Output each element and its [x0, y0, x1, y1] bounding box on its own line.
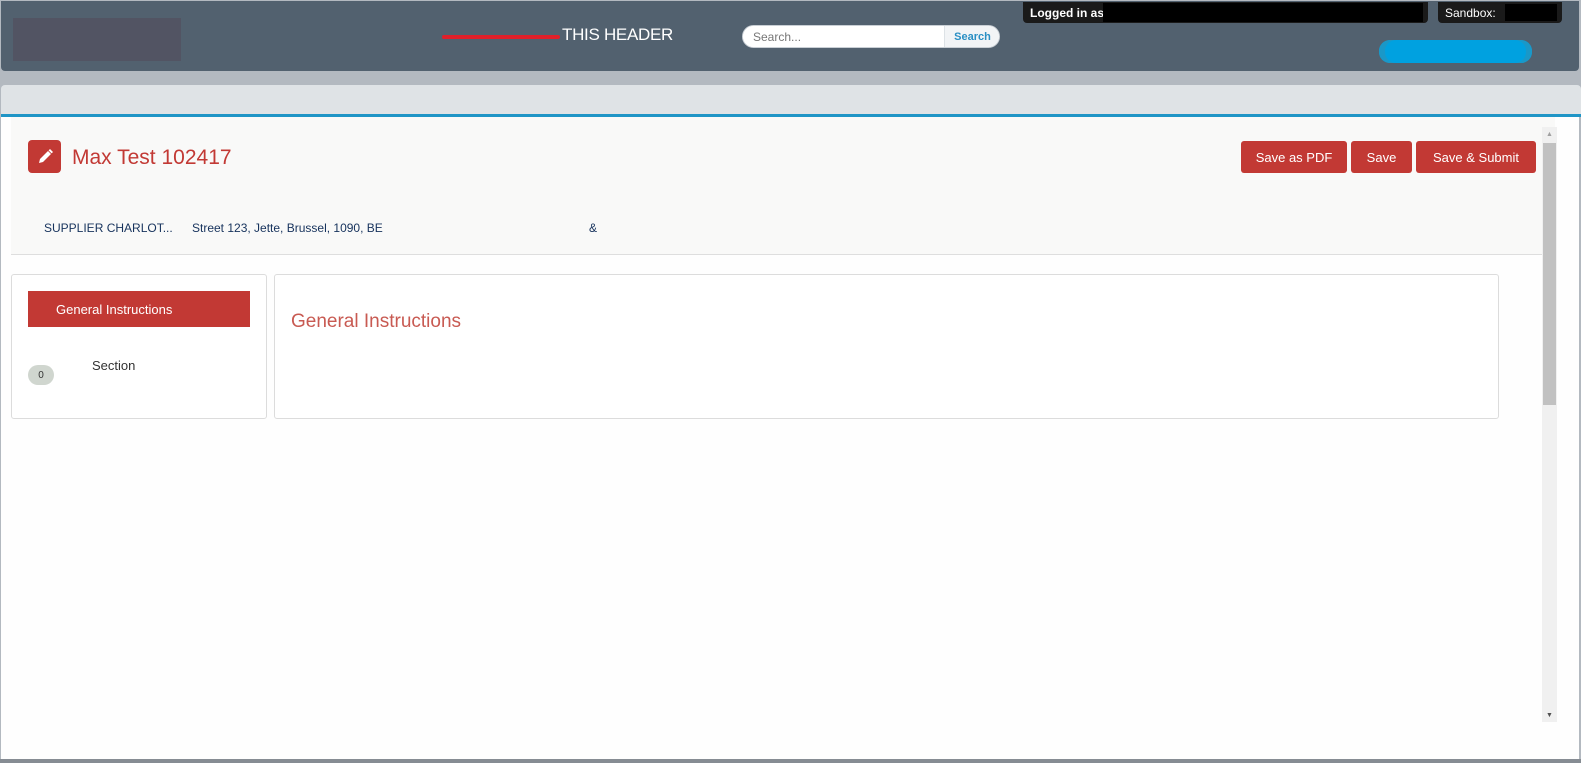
nav-item-section[interactable]: Section	[92, 358, 135, 373]
scroll-up-arrow-icon[interactable]: ▲	[1542, 127, 1557, 141]
save-as-pdf-button[interactable]: Save as PDF	[1241, 141, 1347, 173]
search-button[interactable]: Search	[944, 26, 999, 47]
nav-item-general-instructions[interactable]: General Instructions	[28, 291, 250, 327]
scroll-down-arrow-icon[interactable]: ▼	[1542, 708, 1557, 722]
section-heading: General Instructions	[291, 311, 462, 332]
search-input[interactable]	[743, 26, 943, 47]
logged-in-box: Logged in as	[1023, 2, 1428, 23]
redacted-sandbox-name	[1505, 4, 1557, 21]
main-content-panel: General Instructions	[274, 274, 1499, 419]
sandbox-box: Sandbox:	[1438, 2, 1562, 23]
redacted-username	[1103, 3, 1423, 22]
supplier-address: Street 123, Jette, Brussel, 1090, BE	[192, 221, 383, 235]
nav-item-label: General Instructions	[56, 301, 173, 317]
supplier-name: SUPPLIER CHARLOT...	[44, 221, 173, 235]
vertical-scrollbar[interactable]: ▲ ▼	[1542, 127, 1557, 722]
user-menu-button[interactable]	[1379, 40, 1532, 63]
save-button[interactable]: Save	[1351, 141, 1412, 173]
search-box: Search	[742, 25, 1000, 48]
logo-placeholder[interactable]	[13, 18, 181, 61]
header-title: THIS HEADER	[562, 25, 673, 44]
scrollbar-thumb[interactable]	[1543, 143, 1556, 405]
bottom-border	[0, 759, 1581, 763]
logged-in-label: Logged in as	[1030, 6, 1105, 20]
header-red-line-decoration	[442, 35, 560, 39]
section-count-badge: 0	[28, 365, 54, 385]
top-header-bar: THIS HEADER Search Logged in as Sandbox:	[1, 1, 1579, 71]
sandbox-label: Sandbox:	[1445, 6, 1496, 20]
pencil-icon	[28, 140, 61, 173]
sub-navigation-bar	[1, 85, 1581, 114]
content-area: Max Test 102417 Save as PDF Save Save & …	[1, 117, 1579, 759]
save-and-submit-button[interactable]: Save & Submit	[1416, 141, 1536, 173]
section-nav-panel: General Instructions 0 Section	[11, 274, 267, 419]
record-header: Max Test 102417 Save as PDF Save Save & …	[11, 117, 1555, 255]
page-title: Max Test 102417	[72, 146, 232, 169]
supplier-extra-field: &	[589, 221, 598, 235]
